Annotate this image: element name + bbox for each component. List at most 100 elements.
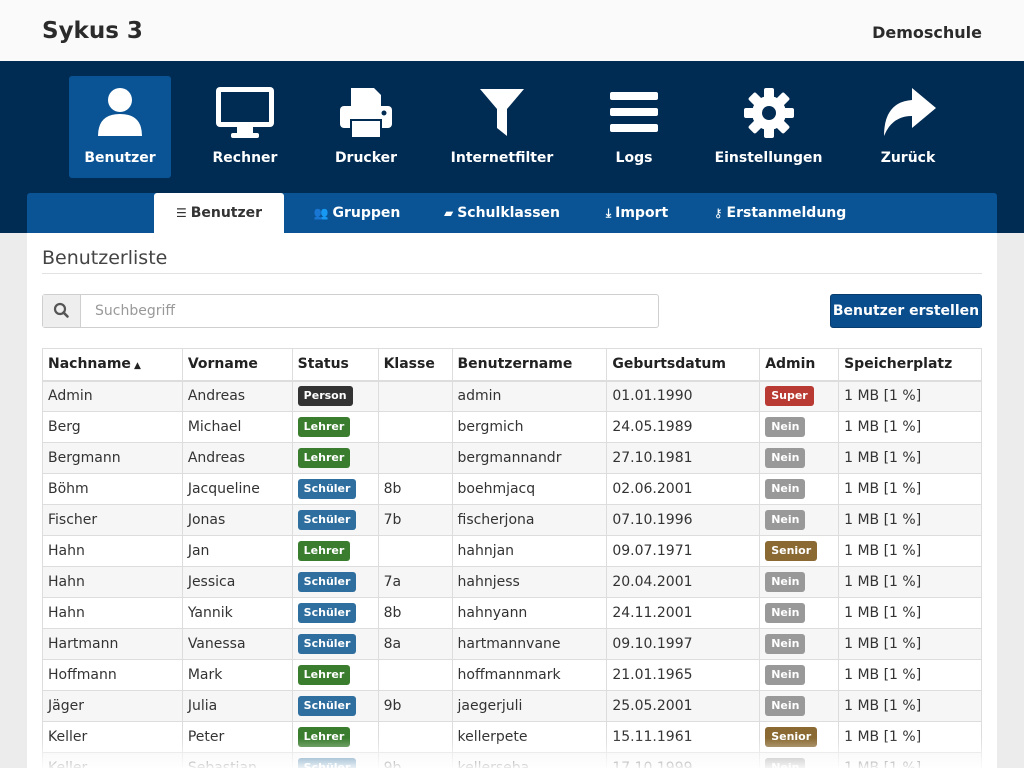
cell-vorname: Andreas xyxy=(181,442,293,474)
cell-status: Lehrer xyxy=(291,659,379,691)
content-panel: Benutzerliste Benutzer erstellen Nachnam… xyxy=(27,233,997,768)
cell-admin: Nein xyxy=(759,597,840,629)
table-row[interactable]: Bergmann Andreas Lehrer bergmannandr 27.10.1… xyxy=(42,442,982,474)
cell-status: Schüler xyxy=(291,504,379,536)
cell-benutzername: bergmich xyxy=(451,411,608,443)
nav-label: Logs xyxy=(615,150,653,166)
table-row[interactable]: Keller Peter Lehrer kellerpete 15.11.1961 Sen… xyxy=(42,721,982,753)
table-row[interactable]: Hahn Jessica Schüler 7a hahnjess 20.04.2001 Ne… xyxy=(42,566,982,598)
cell-klasse: 8b xyxy=(377,473,453,505)
col-vorname[interactable]: Vorname xyxy=(181,348,293,382)
tab-schulklassen[interactable]: ▰ Schulklassen xyxy=(432,193,572,233)
search-group xyxy=(42,294,659,328)
cell-nachname: Keller xyxy=(42,721,183,753)
tab-erstanmeldung[interactable]: ⚷ Erstanmeldung xyxy=(710,193,850,233)
nav-internetfilter[interactable]: Internetfilter xyxy=(446,76,558,178)
cell-admin-badge: Super xyxy=(765,386,814,407)
cell-geburtsdatum: 09.10.1997 xyxy=(606,628,761,660)
cell-klasse: 8b xyxy=(377,597,453,629)
cell-klasse: 7b xyxy=(377,504,453,536)
table-row[interactable]: Jäger Julia Schüler 9b jaegerjuli 25.05.2001 N… xyxy=(42,690,982,722)
table-row[interactable]: Fischer Jonas Schüler 7b fischerjona 07.10.19… xyxy=(42,504,982,536)
cell-klasse xyxy=(377,535,453,567)
nav-drucker[interactable]: Drucker xyxy=(316,76,416,178)
cell-benutzername: fischerjona xyxy=(451,504,608,536)
cell-admin: Nein xyxy=(759,504,840,536)
cell-status: Schüler xyxy=(291,752,379,768)
cell-klasse xyxy=(377,411,453,443)
col-benutzername[interactable]: Benutzername xyxy=(451,348,608,382)
table-row[interactable]: Admin Andreas Person admin 01.01.1990 Super 1 … xyxy=(42,380,982,412)
cell-admin-badge: Senior xyxy=(765,727,818,747)
nav-zurueck[interactable]: Zurück xyxy=(862,76,954,178)
cell-admin: Nein xyxy=(759,628,840,660)
cell-geburtsdatum: 17.10.1999 xyxy=(606,752,761,768)
cell-speicherplatz: 1 MB [1 %] xyxy=(838,628,982,660)
cell-vorname: Vanessa xyxy=(181,628,293,660)
col-klasse[interactable]: Klasse xyxy=(377,348,453,382)
title-divider xyxy=(42,273,982,274)
cell-nachname: Böhm xyxy=(42,473,183,505)
cell-benutzername: hahnyann xyxy=(451,597,608,629)
cell-vorname: Jacqueline xyxy=(181,473,293,505)
cell-status-badge: Schüler xyxy=(297,758,357,768)
table-body: Admin Andreas Person admin 01.01.1990 Super 1 … xyxy=(42,380,982,768)
cell-vorname: Peter xyxy=(181,721,293,753)
app-brand[interactable]: Sykus 3 xyxy=(42,18,143,44)
cell-admin-badge: Nein xyxy=(765,479,806,499)
nav-rechner[interactable]: Rechner xyxy=(196,76,294,178)
cell-speicherplatz: 1 MB [1 %] xyxy=(838,690,982,722)
cell-admin-badge: Nein xyxy=(765,417,806,437)
nav-label: Drucker xyxy=(334,150,398,166)
cell-admin-badge: Nein xyxy=(765,510,806,530)
cell-nachname: Berg xyxy=(42,411,183,443)
cell-admin: Super xyxy=(759,380,840,412)
printer-icon xyxy=(340,88,392,139)
cell-vorname: Michael xyxy=(181,411,293,443)
cell-status: Lehrer xyxy=(291,411,379,443)
table-row[interactable]: Keller Sebastian Schüler 9b kellerseba 17.10.… xyxy=(42,752,982,768)
cell-admin: Nein xyxy=(759,690,840,722)
cell-admin: Nein xyxy=(759,473,840,505)
col-admin[interactable]: Admin xyxy=(759,348,840,382)
cell-status: Person xyxy=(291,380,379,412)
cell-status: Schüler xyxy=(291,690,379,722)
table-row[interactable]: Hoffmann Mark Lehrer hoffmannmark 21.01.1965… xyxy=(42,659,982,691)
create-user-button[interactable]: Benutzer erstellen xyxy=(830,294,982,328)
nav-logs[interactable]: Logs xyxy=(589,76,679,178)
book-icon: ▰ xyxy=(443,206,454,220)
search-input[interactable] xyxy=(82,295,658,327)
nav-einstellungen[interactable]: Einstellungen xyxy=(712,76,825,178)
page-title: Benutzerliste xyxy=(42,247,168,269)
col-speicherplatz[interactable]: Speicherplatz xyxy=(838,348,982,382)
col-nachname[interactable]: Nachname ▲ xyxy=(42,348,183,382)
table-row[interactable]: Hahn Jan Lehrer hahnjan 09.07.1971 Senior 1 MB… xyxy=(42,535,982,567)
search-addon xyxy=(43,295,81,327)
table-row[interactable]: Hartmann Vanessa Schüler 8a hartmannvane 09.1… xyxy=(42,628,982,660)
table-row[interactable]: Berg Michael Lehrer bergmich 24.05.1989 Nein 1… xyxy=(42,411,982,443)
cell-status-badge: Lehrer xyxy=(297,417,351,437)
col-status[interactable]: Status xyxy=(291,348,379,382)
cell-status: Schüler xyxy=(291,566,379,598)
cell-benutzername: jaegerjuli xyxy=(451,690,608,722)
tab-gruppen[interactable]: 👥 Gruppen xyxy=(297,193,417,233)
key-icon: ⚷ xyxy=(713,206,723,220)
nav-benutzer[interactable]: Benutzer xyxy=(69,76,171,178)
cell-klasse xyxy=(377,442,453,474)
cell-status-badge: Person xyxy=(297,386,353,407)
tab-import[interactable]: ⤓ Import xyxy=(592,193,682,233)
cell-admin: Senior xyxy=(759,535,840,567)
tab-benutzer[interactable]: ☰ Benutzer xyxy=(154,193,284,233)
cell-admin: Nein xyxy=(759,566,840,598)
cell-admin-badge: Nein xyxy=(765,572,806,592)
cell-benutzername: hartmannvane xyxy=(451,628,608,660)
cell-vorname: Jan xyxy=(181,535,293,567)
col-geburtsdatum[interactable]: Geburtsdatum xyxy=(606,348,761,382)
cell-speicherplatz: 1 MB [1 %] xyxy=(838,473,982,505)
table-row[interactable]: Hahn Yannik Schüler 8b hahnyann 24.11.2001 Nei… xyxy=(42,597,982,629)
table-row[interactable]: Böhm Jacqueline Schüler 8b boehmjacq 02.06.20… xyxy=(42,473,982,505)
table-list-icon: ☰ xyxy=(175,206,187,220)
cell-nachname: Fischer xyxy=(42,504,183,536)
cell-klasse: 7a xyxy=(377,566,453,598)
filter-icon xyxy=(480,89,524,136)
